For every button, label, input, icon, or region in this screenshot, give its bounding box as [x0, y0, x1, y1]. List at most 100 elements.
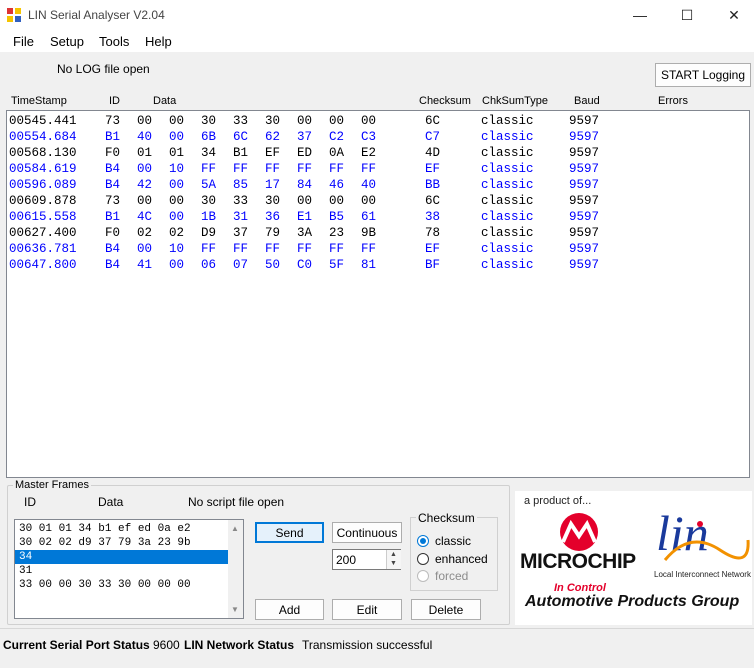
- cell-data-byte: FF: [265, 242, 281, 256]
- script-file-status: No script file open: [188, 495, 285, 509]
- cell-data-byte: 33: [233, 194, 249, 208]
- table-row[interactable]: 00615.558 B1 4C 00 1B 31 36 E1 B5 61 38 classic 9597: [7, 210, 747, 226]
- cell-checksum: EF: [425, 162, 441, 176]
- continuous-button[interactable]: Continuous: [332, 522, 402, 543]
- lin-swoosh-icon: [663, 521, 750, 561]
- delete-button[interactable]: Delete: [411, 599, 481, 620]
- cell-id: B1: [105, 130, 121, 144]
- cell-data-byte: 01: [169, 146, 185, 160]
- table-row[interactable]: 00554.684 B1 40 00 6B 6C 62 37 C2 C3 C7 classic 9597: [7, 130, 747, 146]
- menu-help[interactable]: Help: [145, 34, 172, 49]
- cell-data-byte: 06: [201, 258, 217, 272]
- lin-caption: Local Interconnect Network: [654, 570, 751, 579]
- stepper-buttons[interactable]: ▲ ▼: [386, 550, 401, 569]
- scroll-up-arrow-icon[interactable]: ▲: [231, 524, 239, 533]
- maximize-button[interactable]: ☐: [664, 0, 710, 30]
- interval-value[interactable]: 200: [336, 553, 356, 567]
- cell-baud: 9597: [569, 258, 600, 272]
- header-id: ID: [109, 95, 120, 107]
- cell-data-byte: 31: [233, 210, 249, 224]
- cell-baud: 9597: [569, 210, 600, 224]
- cell-data-byte: 42: [137, 178, 153, 192]
- cell-data-byte: B5: [329, 210, 345, 224]
- cell-data-byte: 02: [169, 226, 185, 240]
- cell-data-byte: 62: [265, 130, 281, 144]
- stepper-down-icon[interactable]: ▼: [390, 560, 397, 567]
- table-row[interactable]: 00636.781 B4 00 10 FF FF FF FF FF FF EF classic 9597: [7, 242, 747, 258]
- cell-data-byte: 00: [329, 194, 345, 208]
- cell-data-byte: 46: [329, 178, 345, 192]
- list-item[interactable]: 30 02 02 d9 37 79 3a 23 9b: [19, 536, 191, 550]
- header-timestamp: TimeStamp: [11, 95, 67, 107]
- cell-data-byte: FF: [201, 242, 217, 256]
- cell-timestamp: 00627.400: [9, 226, 77, 240]
- cell-timestamp: 00545.441: [9, 114, 77, 128]
- minimize-button[interactable]: —: [617, 0, 663, 30]
- window-title: LIN Serial Analyser V2.04: [28, 8, 165, 22]
- edit-button[interactable]: Edit: [332, 599, 402, 620]
- cell-data-byte: 00: [137, 194, 153, 208]
- send-button[interactable]: Send: [255, 522, 324, 543]
- cell-data-byte: 5F: [329, 258, 345, 272]
- microchip-wordmark: MICROCHIP: [520, 550, 636, 573]
- cell-timestamp: 00609.878: [9, 194, 77, 208]
- frames-list-scrollbar[interactable]: ▲ ▼: [228, 520, 243, 618]
- cell-baud: 9597: [569, 226, 600, 240]
- cell-checksum: 6C: [425, 194, 441, 208]
- stepper-up-icon[interactable]: ▲: [390, 551, 397, 558]
- table-row[interactable]: 00596.089 B4 42 00 5A 85 17 84 46 40 BB classic 9597: [7, 178, 747, 194]
- cell-data-byte: 30: [201, 114, 217, 128]
- cell-data-byte: 10: [169, 162, 185, 176]
- table-row[interactable]: 00545.441 73 00 00 30 33 30 00 00 00 6C classic 9597: [7, 114, 747, 130]
- port-status-label: Current Serial Port Status: [3, 638, 150, 652]
- menu-tools[interactable]: Tools: [99, 34, 129, 49]
- table-row[interactable]: 00609.878 73 00 00 30 33 30 00 00 00 6C classic 9597: [7, 194, 747, 210]
- cell-id: B1: [105, 210, 121, 224]
- table-row[interactable]: 00627.400 F0 02 02 D9 37 79 3A 23 9B 78 classic 9597: [7, 226, 747, 242]
- cell-data-byte: 0A: [329, 146, 345, 160]
- cell-data-byte: 00: [297, 194, 313, 208]
- menu-setup[interactable]: Setup: [50, 34, 84, 49]
- start-logging-button[interactable]: START Logging: [655, 63, 751, 87]
- cell-data-byte: 9B: [361, 226, 377, 240]
- frame-log-list[interactable]: 00545.441 73 00 00 30 33 30 00 00 00 6C classic 9597…: [6, 110, 750, 478]
- cell-data-byte: 4C: [137, 210, 153, 224]
- classic-radio-label[interactable]: classic: [435, 534, 471, 548]
- interval-stepper[interactable]: 200 ▲ ▼: [332, 549, 401, 570]
- header-baud: Baud: [574, 95, 600, 107]
- scroll-down-arrow-icon[interactable]: ▼: [231, 605, 239, 614]
- master-id-label: ID: [24, 495, 36, 509]
- cell-checksum: 6C: [425, 114, 441, 128]
- cell-chksumtype: classic: [481, 210, 534, 224]
- list-item[interactable]: 33 00 00 30 33 30 00 00 00: [19, 578, 191, 592]
- cell-chksumtype: classic: [481, 146, 534, 160]
- cell-data-byte: 00: [329, 114, 345, 128]
- table-row[interactable]: 00568.130 F0 01 01 34 B1 EF ED 0A E2 4D classic 9597: [7, 146, 747, 162]
- cell-data-byte: 81: [361, 258, 377, 272]
- header-checksum: Checksum: [419, 95, 471, 107]
- close-button[interactable]: ✕: [711, 0, 754, 30]
- enhanced-radio[interactable]: [417, 553, 429, 565]
- list-item[interactable]: 34: [15, 550, 231, 564]
- table-row[interactable]: 00584.619 B4 00 10 FF FF FF FF FF FF EF classic 9597: [7, 162, 747, 178]
- cell-data-byte: 00: [169, 194, 185, 208]
- list-item[interactable]: 30 01 01 34 b1 ef ed 0a e2: [19, 522, 191, 536]
- cell-timestamp: 00554.684: [9, 130, 77, 144]
- cell-chksumtype: classic: [481, 130, 534, 144]
- master-frames-list[interactable]: 30 01 01 34 b1 ef ed 0a e2 30 02 02 d9 37…: [14, 519, 244, 619]
- microchip-logo-icon: [560, 513, 598, 551]
- table-row[interactable]: 00647.800 B4 41 00 06 07 50 C0 5F 81 BF classic 9597: [7, 258, 747, 274]
- cell-data-byte: C0: [297, 258, 313, 272]
- cell-data-byte: FF: [361, 242, 377, 256]
- menu-file[interactable]: File: [13, 34, 34, 49]
- cell-data-byte: 37: [233, 226, 249, 240]
- enhanced-radio-label[interactable]: enhanced: [435, 552, 488, 566]
- list-item[interactable]: 31: [19, 564, 32, 578]
- cell-data-byte: 36: [265, 210, 281, 224]
- automotive-group-text: Automotive Products Group: [525, 593, 740, 610]
- add-button[interactable]: Add: [255, 599, 324, 620]
- cell-timestamp: 00615.558: [9, 210, 77, 224]
- cell-data-byte: 79: [265, 226, 281, 240]
- classic-radio[interactable]: [417, 535, 429, 547]
- cell-data-byte: FF: [297, 162, 313, 176]
